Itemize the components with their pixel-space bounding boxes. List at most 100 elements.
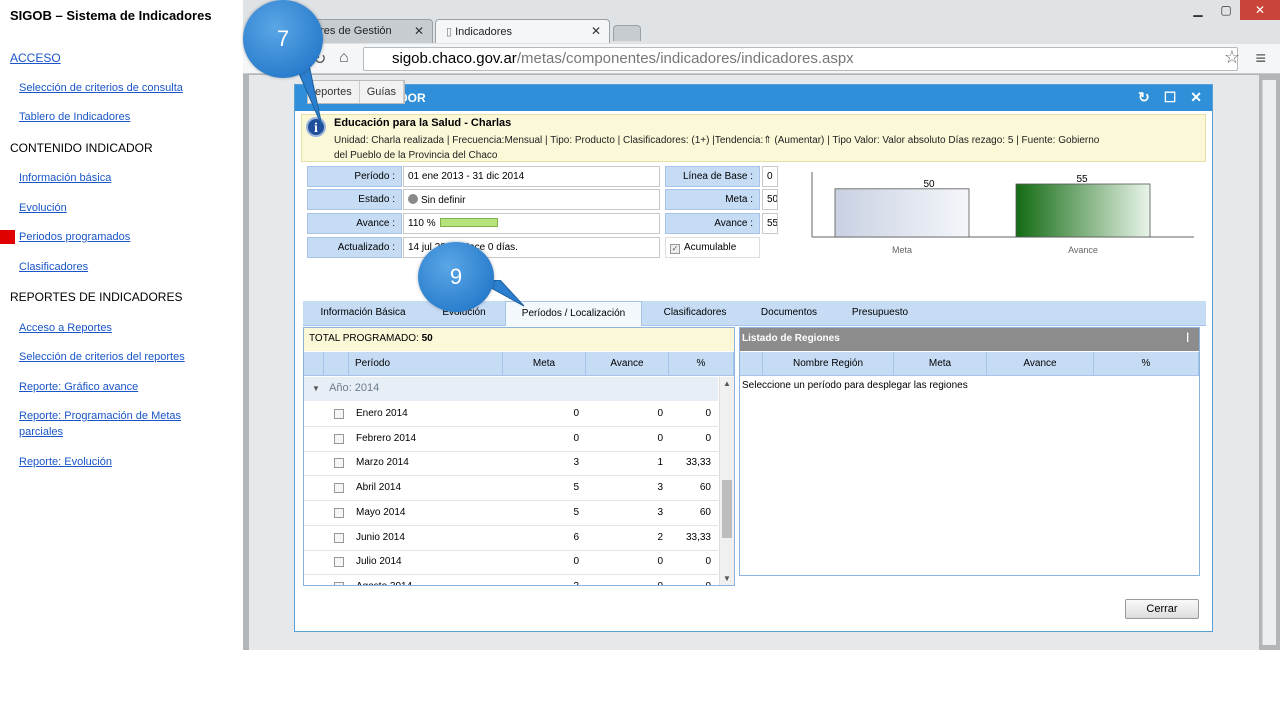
meta-value: 50 xyxy=(762,189,778,210)
link-seleccion-reportes[interactable]: Selección de criterios del reportes xyxy=(19,349,219,365)
periodo-label: Período : xyxy=(307,166,402,187)
grid-scrollbar[interactable]: ▲ ▼ xyxy=(719,377,734,585)
bookmark-star-icon[interactable]: ☆ xyxy=(1224,47,1240,68)
row-pct: 33,33 xyxy=(685,457,711,469)
home-icon[interactable]: ⌂ xyxy=(339,49,349,67)
link-seleccion-criterios[interactable]: Selección de criterios de consulta xyxy=(19,80,219,96)
table-row[interactable]: Febrero 2014 0 0 0 xyxy=(304,427,718,452)
acumulable-checkbox[interactable]: ✓ xyxy=(670,244,680,254)
doc-title: SIGOB – Sistema de Indicadores xyxy=(10,8,212,23)
browser-tab-indicadores[interactable]: ▯ Indicadores ✕ xyxy=(435,19,610,43)
link-clasificadores[interactable]: Clasificadores xyxy=(19,259,219,275)
row-checkbox[interactable] xyxy=(334,433,344,444)
linea-base-value: 0 xyxy=(762,166,778,187)
minimize-icon[interactable]: ▁ xyxy=(1184,0,1212,20)
browser-menu-icon[interactable]: ≡ xyxy=(1255,48,1266,69)
table-row[interactable]: Abril 2014 5 3 60 xyxy=(304,476,718,502)
avance-label: Avance : xyxy=(307,213,402,234)
periodo-value: 01 ene 2013 - 31 dic 2014 xyxy=(403,166,660,187)
row-checkbox[interactable] xyxy=(334,532,344,543)
link-reporte-evolucion[interactable]: Reporte: Evolución xyxy=(19,454,219,470)
close-window-icon[interactable]: ✕ xyxy=(1240,0,1280,20)
link-periodos-programados[interactable]: Periodos programados xyxy=(19,229,219,245)
row-meta: 5 xyxy=(573,506,579,518)
tab-documentos[interactable]: Documentos xyxy=(748,301,830,326)
regions-header-avance[interactable]: Avance xyxy=(987,352,1094,376)
row-meta: 0 xyxy=(573,408,579,419)
dialog-header: DOR ↻ ☐ ✕ xyxy=(295,85,1212,111)
page-scrollbar[interactable] xyxy=(1262,80,1276,645)
estado-label: Estado : xyxy=(307,189,402,210)
cerrar-button[interactable]: Cerrar xyxy=(1125,599,1199,619)
grid-header-avance[interactable]: Avance xyxy=(586,352,669,376)
regions-header-pct[interactable]: % xyxy=(1094,352,1199,376)
row-checkbox[interactable] xyxy=(334,458,344,469)
close-tab-icon[interactable]: ✕ xyxy=(414,24,424,38)
scroll-thumb[interactable] xyxy=(722,480,732,538)
regions-header-meta[interactable]: Meta xyxy=(894,352,987,376)
panel-handle-icon[interactable]: | xyxy=(1186,332,1189,343)
regions-header-nombre[interactable]: Nombre Región xyxy=(763,352,894,376)
avance2-label: Avance : xyxy=(665,213,760,234)
category-label: Meta xyxy=(892,245,912,255)
meta-avance-chart: 50 Meta 55 Avance xyxy=(811,172,1194,255)
indicator-title: Educación para la Salud - Charlas xyxy=(334,117,512,129)
tab-presupuesto[interactable]: Presupuesto xyxy=(830,301,930,326)
table-row[interactable]: Marzo 2014 3 1 33,33 xyxy=(304,451,718,477)
scroll-up-icon[interactable]: ▲ xyxy=(723,379,731,388)
maximize-icon[interactable]: ☐ xyxy=(1164,89,1177,106)
table-row[interactable]: Agosto 2014 3 0 0 xyxy=(304,575,718,585)
menu-guias[interactable]: Guías xyxy=(360,81,405,103)
tab-clasificadores[interactable]: Clasificadores xyxy=(642,301,748,326)
url-domain: sigob.chaco.gov.ar xyxy=(392,50,517,67)
link-tablero[interactable]: Tablero de Indicadores xyxy=(19,109,219,125)
link-grafico-avance[interactable]: Reporte: Gráfico avance xyxy=(19,379,219,395)
refresh-icon[interactable]: ↻ xyxy=(1138,89,1150,106)
new-tab-button[interactable] xyxy=(613,25,641,41)
row-checkbox[interactable] xyxy=(334,581,344,585)
grid-header-meta[interactable]: Meta xyxy=(503,352,586,376)
link-informacion-basica[interactable]: Información básica xyxy=(19,170,219,186)
close-tab-icon[interactable]: ✕ xyxy=(591,24,601,38)
table-row[interactable]: Mayo 2014 5 3 60 xyxy=(304,501,718,526)
indicator-info-bar: i Educación para la Salud - Charlas Unid… xyxy=(301,114,1206,162)
close-icon[interactable]: ✕ xyxy=(1190,89,1202,106)
grid-header-pct[interactable]: % xyxy=(669,352,734,376)
collapse-icon[interactable]: ▼ xyxy=(312,384,320,393)
row-pct: 0 xyxy=(705,408,711,419)
address-bar[interactable]: sigob.chaco.gov.ar/metas/componentes/ind… xyxy=(363,47,1238,71)
row-avance: 0 xyxy=(657,581,663,585)
table-row[interactable]: Julio 2014 0 0 0 xyxy=(304,550,718,576)
row-periodo: Julio 2014 xyxy=(356,556,402,568)
row-pct: 33,33 xyxy=(685,531,711,543)
row-avance: 0 xyxy=(657,556,663,568)
regions-empty-message: Seleccione un período para desplegar las… xyxy=(742,380,968,391)
tab-informacion-basica[interactable]: Información Básica xyxy=(303,301,423,326)
row-avance: 1 xyxy=(657,457,663,469)
callout-7: 7 xyxy=(243,0,323,78)
year-group-row[interactable]: ▼ Año: 2014 xyxy=(304,377,718,401)
row-checkbox[interactable] xyxy=(334,557,344,568)
section-acceso-link[interactable]: ACCESO xyxy=(10,51,61,65)
estado-value: Sin definir xyxy=(421,195,466,206)
row-checkbox[interactable] xyxy=(334,483,344,494)
tab-label: Indicadores xyxy=(455,26,512,38)
bar-value-label: 55 xyxy=(1076,174,1088,185)
link-programacion-metas[interactable]: Reporte: Programación de Metas parciales xyxy=(19,408,219,440)
grid-header-periodo[interactable]: Período xyxy=(349,352,503,376)
acumulable-label: Acumulable xyxy=(684,242,737,253)
row-periodo: Agosto 2014 xyxy=(356,581,412,585)
row-checkbox[interactable] xyxy=(334,507,344,518)
table-row[interactable]: Enero 2014 0 0 0 xyxy=(304,402,718,427)
browser-toolbar: ↻ ⌂ sigob.chaco.gov.ar/metas/componentes… xyxy=(243,44,1280,74)
bar-avance xyxy=(1015,183,1151,238)
link-evolucion[interactable]: Evolución xyxy=(19,200,219,216)
table-row[interactable]: Junio 2014 6 2 33,33 xyxy=(304,526,718,551)
details-line-1: Unidad: Charla realizada | Frecuencia:Me… xyxy=(334,135,1100,146)
section-contenido: CONTENIDO INDICADOR xyxy=(10,141,153,155)
row-checkbox[interactable] xyxy=(334,409,344,419)
row-meta: 3 xyxy=(573,457,579,469)
scroll-down-icon[interactable]: ▼ xyxy=(723,574,731,583)
link-acceso-reportes[interactable]: Acceso a Reportes xyxy=(19,320,219,336)
maximize-icon[interactable]: ▢ xyxy=(1212,0,1240,20)
